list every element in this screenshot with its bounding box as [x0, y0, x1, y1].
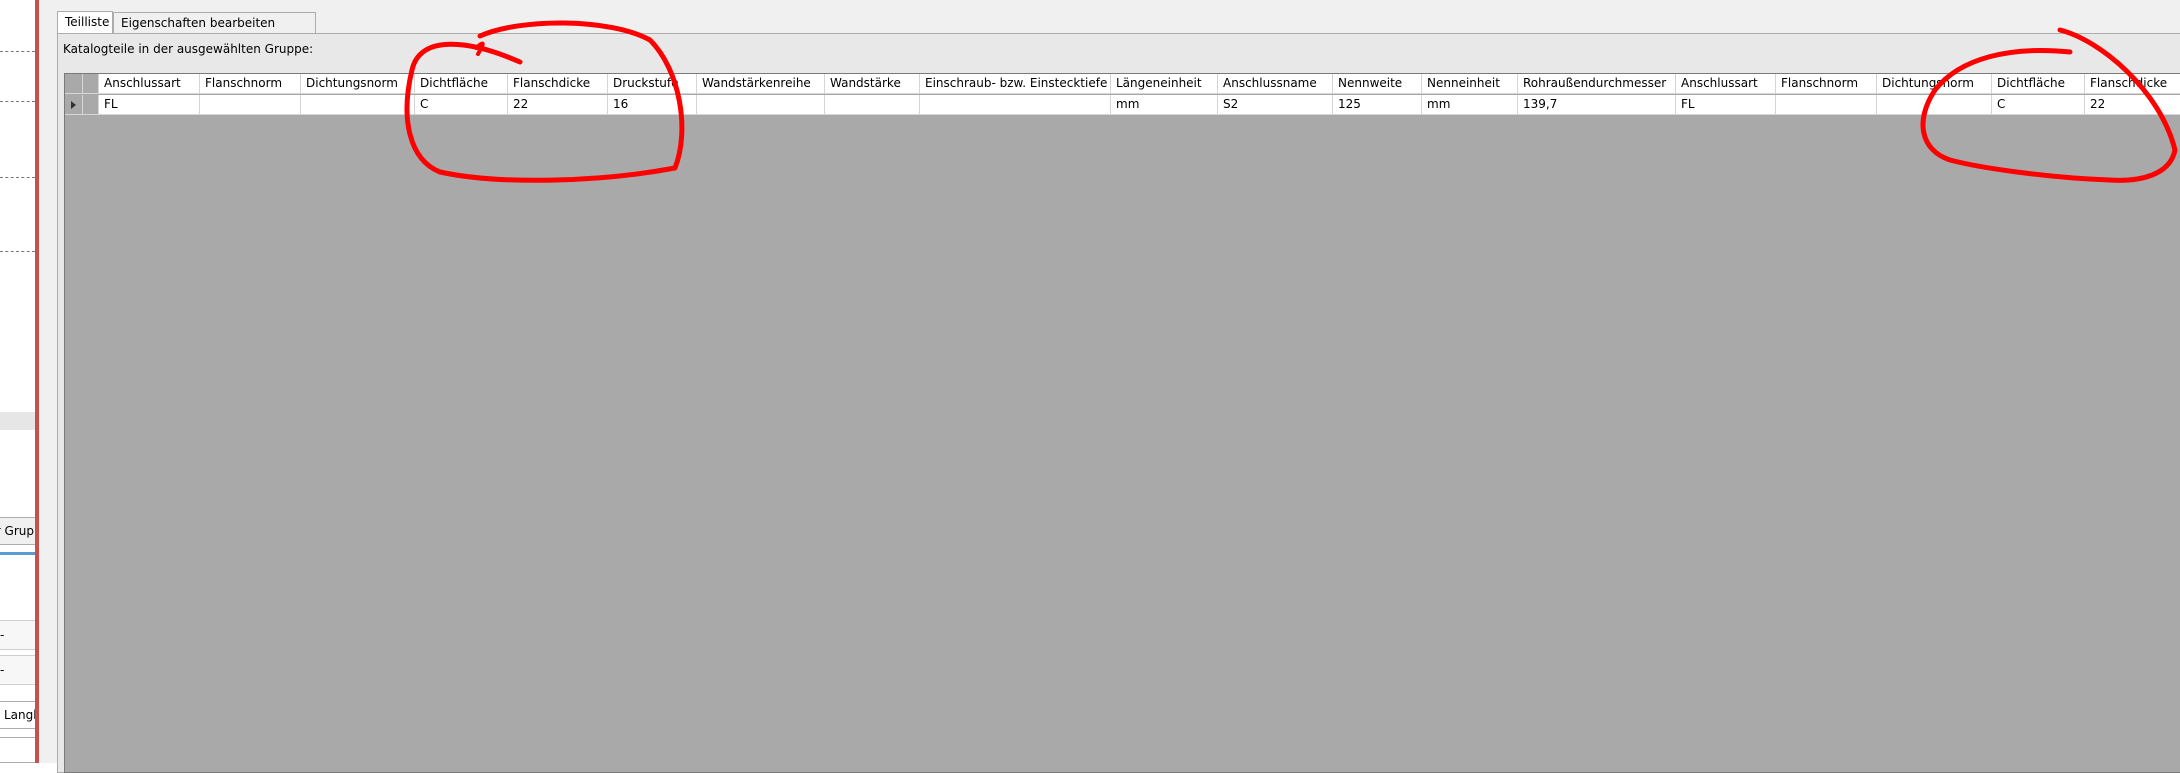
select-column-header — [83, 74, 99, 94]
dashed-divider — [0, 177, 35, 178]
group-label: Katalogteile in der ausgewählten Gruppe: — [63, 42, 314, 56]
table-cell[interactable] — [1776, 95, 1877, 115]
table-cell[interactable]: FL — [99, 95, 200, 115]
table-cell[interactable]: S2 — [1218, 95, 1333, 115]
background-panel: ur Grup - - Langb — [0, 0, 38, 763]
dashed-divider — [0, 251, 35, 252]
column-header[interactable]: Rohraußendurchmesser — [1518, 74, 1676, 94]
column-header[interactable]: Nennweite — [1333, 74, 1422, 94]
column-header[interactable]: Anschlussart — [1676, 74, 1776, 94]
tab-teilliste[interactable]: Teilliste — [57, 11, 113, 33]
parts-grid[interactable]: Anschlussart Flanschnorm Dichtungsnorm D… — [64, 73, 2180, 773]
selection-line — [0, 552, 38, 555]
group-button[interactable]: ur Grup — [0, 517, 37, 545]
row-header-corner — [65, 74, 83, 94]
column-header[interactable]: Anschlussname — [1218, 74, 1333, 94]
table-cell[interactable] — [301, 95, 415, 115]
dashed-divider — [0, 51, 35, 52]
tab-eigenschaften-bearbeiten[interactable]: Eigenschaften bearbeiten — [113, 12, 316, 33]
table-cell[interactable] — [200, 95, 301, 115]
separator — [0, 412, 38, 430]
table-cell[interactable]: 125 — [1333, 95, 1422, 115]
table-cell[interactable]: 16 — [608, 95, 697, 115]
group-button-label: ur Grup — [0, 524, 34, 538]
column-header[interactable]: Wandstärkenreihe — [697, 74, 825, 94]
table-cell[interactable]: mm — [1422, 95, 1518, 115]
tab-label: Eigenschaften bearbeiten — [121, 16, 276, 30]
length-field[interactable]: Langb — [0, 701, 37, 729]
column-header[interactable]: Dichtungsnorm — [1877, 74, 1992, 94]
row-select-cell[interactable] — [83, 95, 99, 115]
input-field[interactable] — [0, 737, 37, 763]
column-header[interactable]: Anschlussart — [99, 74, 200, 94]
column-header[interactable]: Flanschnorm — [1776, 74, 1877, 94]
column-header[interactable]: Druckstufe — [608, 74, 697, 94]
column-header[interactable]: Nenneinheit — [1422, 74, 1518, 94]
column-header[interactable]: Flanschdicke — [508, 74, 608, 94]
table-cell[interactable]: C — [415, 95, 508, 115]
length-field-label: Langb — [4, 708, 36, 722]
table-cell[interactable] — [1877, 95, 1992, 115]
current-row-arrow-icon — [71, 101, 76, 109]
dashed-divider — [0, 101, 35, 102]
row-indicator[interactable] — [65, 95, 83, 115]
table-cell[interactable]: 139,7 — [1518, 95, 1676, 115]
column-header[interactable]: Dichtfläche — [415, 74, 508, 94]
table-cell[interactable]: mm — [1111, 95, 1218, 115]
dropdown-stub[interactable]: - — [0, 655, 37, 685]
dialog-window: Teilliste Eigenschaften bearbeiten Katal… — [35, 0, 2180, 773]
column-header[interactable]: Dichtungsnorm — [301, 74, 415, 94]
table-cell[interactable] — [697, 95, 825, 115]
column-header[interactable]: Dichtfläche — [1992, 74, 2085, 94]
dropdown-stub[interactable]: - — [0, 620, 37, 650]
table-cell[interactable]: C — [1992, 95, 2085, 115]
column-header[interactable]: Flanschdicke — [2085, 74, 2180, 94]
table-cell[interactable] — [920, 95, 1111, 115]
table-cell[interactable]: 22 — [2085, 95, 2180, 115]
column-header[interactable]: Wandstärke — [825, 74, 920, 94]
tab-label: Teilliste — [65, 15, 110, 29]
table-cell[interactable] — [825, 95, 920, 115]
table-cell[interactable]: 22 — [508, 95, 608, 115]
column-header[interactable]: Längeneinheit — [1111, 74, 1218, 94]
column-header[interactable]: Einschraub- bzw. Einstecktiefe — [920, 74, 1111, 94]
column-header[interactable]: Flanschnorm — [200, 74, 301, 94]
table-cell[interactable]: FL — [1676, 95, 1776, 115]
